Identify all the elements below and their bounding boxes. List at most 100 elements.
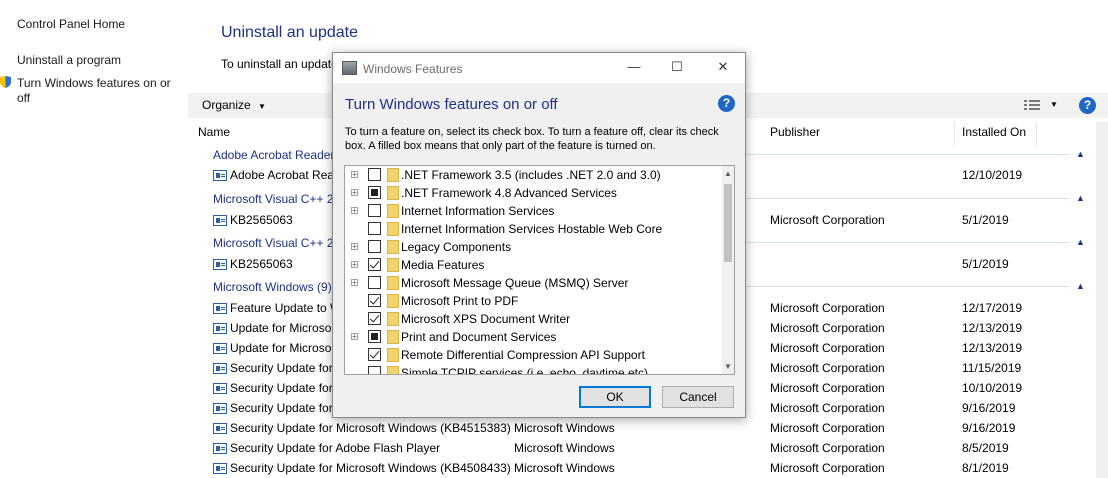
feature-item[interactable]: Remote Differential Compression API Supp… [345,346,723,364]
update-icon [213,463,227,474]
folder-icon [387,168,399,182]
group-header[interactable]: Adobe Acrobat Reader [213,148,334,162]
list-scrollbar[interactable] [1096,122,1108,478]
feature-item[interactable]: Internet Information Services Hostable W… [345,220,723,238]
feature-checkbox[interactable] [368,258,381,271]
feature-label: Microsoft XPS Document Writer [401,312,571,326]
control-panel-home-link[interactable]: Control Panel Home [17,17,125,32]
feature-checkbox[interactable] [368,366,381,374]
feature-item[interactable]: Microsoft XPS Document Writer [345,310,723,328]
help-icon[interactable]: ? [718,95,735,112]
expand-icon[interactable]: + [351,279,358,287]
feature-label: Media Features [401,258,485,272]
collapse-icon[interactable]: ▲ [1076,237,1085,247]
feature-item[interactable]: + Microsoft Message Queue (MSMQ) Server [345,274,723,292]
row-publisher: Microsoft Corporation [770,213,885,227]
view-options-icon[interactable] [1024,99,1042,111]
row-program: Microsoft Windows [514,441,615,455]
column-name[interactable]: Name [198,125,230,139]
feature-item[interactable]: + Print and Document Services [345,328,723,346]
row-date: 9/16/2019 [962,421,1016,435]
feature-checkbox[interactable] [368,294,381,307]
collapse-icon[interactable]: ▲ [1076,149,1085,159]
feature-item[interactable]: Microsoft Print to PDF [345,292,723,310]
table-row[interactable]: Security Update for Microsoft Windows (K… [213,421,511,435]
table-row[interactable]: Feature Update to W [213,301,341,315]
feature-item[interactable]: Simple TCPIP services (i.e. echo, daytim… [345,364,723,374]
folder-icon [387,186,399,200]
ok-button[interactable]: OK [579,386,651,408]
row-date: 8/1/2019 [962,461,1009,475]
expand-icon[interactable]: + [351,243,358,251]
organize-button[interactable]: Organize ▼ [202,98,266,112]
table-row[interactable]: Security Update for Adobe Flash Player [213,441,440,455]
feature-label: Microsoft Print to PDF [401,294,519,308]
maximize-icon[interactable]: ☐ [667,59,687,75]
dialog-heading: Turn Windows features on or off [345,96,558,113]
expand-icon[interactable]: + [351,261,358,269]
table-row[interactable]: Adobe Acrobat Rea [213,168,334,182]
uninstall-program-link[interactable]: Uninstall a program [17,53,121,68]
feature-checkbox[interactable] [368,240,381,253]
expand-icon[interactable]: + [351,333,358,341]
feature-item[interactable]: + Media Features [345,256,723,274]
column-installed-on[interactable]: Installed On [962,125,1026,139]
feature-checkbox[interactable] [368,276,381,289]
table-row[interactable]: KB2565063 [213,213,293,227]
row-date: 9/16/2019 [962,401,1016,415]
table-row[interactable]: Security Update for [213,401,333,415]
feature-item[interactable]: + Legacy Components [345,238,723,256]
feature-item[interactable]: + .NET Framework 4.8 Advanced Services [345,184,723,202]
expand-icon[interactable]: + [351,207,358,215]
feature-item[interactable]: + Internet Information Services [345,202,723,220]
feature-label: Microsoft Message Queue (MSMQ) Server [401,276,629,290]
folder-icon [387,294,399,308]
group-header[interactable]: Microsoft Visual C++ 2 [213,236,334,250]
feature-label: Print and Document Services [401,330,557,344]
column-publisher[interactable]: Publisher [770,125,820,139]
feature-label: Internet Information Services Hostable W… [401,222,663,236]
minimize-icon[interactable]: — [624,59,644,74]
close-icon[interactable]: ✕ [713,59,733,75]
table-row[interactable]: Security Update for Microsoft Windows (K… [213,461,511,475]
windows-features-app-icon [342,61,357,75]
dialog-titlebar[interactable]: Windows Features — ☐ ✕ [333,53,745,83]
table-row[interactable]: Update for Microso [213,321,331,335]
feature-checkbox[interactable] [368,348,381,361]
group-header[interactable]: Microsoft Windows (9) [213,280,332,294]
scrollbar-thumb[interactable] [724,184,732,262]
table-row[interactable]: Update for Microso [213,341,331,355]
feature-checkbox[interactable] [368,312,381,325]
feature-item[interactable]: + .NET Framework 3.5 (includes .NET 2.0 … [345,166,723,184]
collapse-icon[interactable]: ▲ [1076,193,1085,203]
table-row[interactable]: KB2565063 [213,257,293,271]
feature-checkbox[interactable] [368,204,381,217]
tree-scrollbar[interactable]: ▲ ▼ [722,166,734,374]
view-dropdown-icon[interactable]: ▼ [1050,100,1058,109]
feature-label: .NET Framework 4.8 Advanced Services [401,186,617,200]
scroll-up-icon[interactable]: ▲ [722,169,734,178]
page-title: Uninstall an update [221,24,358,41]
expand-icon[interactable]: + [351,189,358,197]
windows-features-link[interactable]: Turn Windows features on or off [17,76,177,106]
collapse-icon[interactable]: ▲ [1076,281,1085,291]
cancel-button[interactable]: Cancel [662,386,734,408]
expand-icon[interactable]: + [351,171,358,179]
folder-icon [387,204,399,218]
folder-icon [387,240,399,254]
help-icon[interactable]: ? [1079,97,1096,114]
row-program: Microsoft Windows [514,461,615,475]
folder-icon [387,312,399,326]
table-row[interactable]: Security Update for [213,361,333,375]
row-publisher: Microsoft Corporation [770,441,885,455]
feature-checkbox[interactable] [368,222,381,235]
feature-label: Remote Differential Compression API Supp… [401,348,645,362]
scroll-down-icon[interactable]: ▼ [722,362,734,371]
group-header[interactable]: Microsoft Visual C++ 2 [213,192,334,206]
update-icon [213,303,227,314]
table-row[interactable]: Security Update for [213,381,333,395]
feature-checkbox[interactable] [368,330,381,343]
row-publisher: Microsoft Corporation [770,401,885,415]
feature-checkbox[interactable] [368,186,381,199]
feature-checkbox[interactable] [368,168,381,181]
